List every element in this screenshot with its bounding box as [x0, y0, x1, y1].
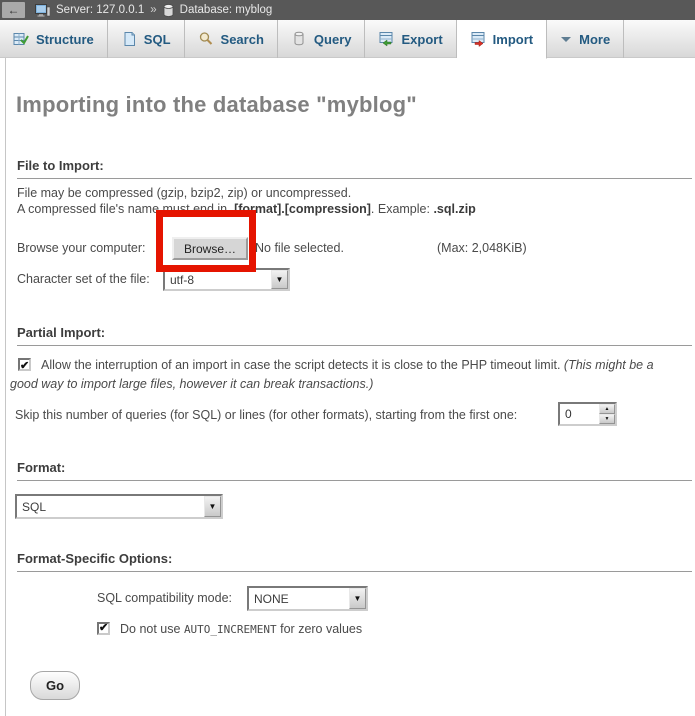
tab-label: Search	[221, 32, 264, 47]
allow-interruption-row: Allow the interruption of an import in c…	[10, 356, 682, 394]
tab-query[interactable]: Query	[278, 20, 366, 58]
sql-compat-label: SQL compatibility mode:	[97, 591, 232, 605]
search-icon	[198, 31, 214, 47]
section-heading-file-to-import: File to Import:	[17, 158, 692, 179]
content-left-border	[5, 58, 6, 716]
tab-export[interactable]: Export	[365, 20, 456, 58]
zero-values-checkbox[interactable]	[97, 622, 110, 635]
sql-compat-select[interactable]: NONE ▼	[247, 586, 368, 611]
breadcrumb-bar: ← Server: 127.0.0.1 » Database: myblog	[0, 0, 695, 20]
breadcrumb-separator: »	[150, 4, 156, 16]
breadcrumb-database[interactable]: Database: myblog	[180, 4, 273, 16]
dropdown-arrow-icon[interactable]: ▼	[204, 496, 221, 517]
annotation-red-box	[156, 210, 256, 272]
go-button[interactable]: Go	[30, 671, 80, 700]
tab-label: More	[579, 32, 610, 47]
tab-label: Structure	[36, 32, 94, 47]
breadcrumb-server[interactable]: Server: 127.0.0.1	[56, 4, 144, 16]
spinner-up-icon[interactable]: ▲	[599, 404, 615, 414]
line2-example: .sql.zip	[433, 202, 475, 216]
query-icon	[291, 31, 307, 47]
section-heading-partial-import: Partial Import:	[17, 325, 692, 346]
compression-info-line1: File may be compressed (gzip, bzip2, zip…	[17, 186, 351, 200]
allow-interruption-checkbox[interactable]	[18, 358, 31, 371]
import-icon	[470, 31, 486, 47]
database-icon	[163, 4, 174, 17]
skip-queries-value: 0	[560, 404, 599, 424]
format-select[interactable]: SQL ▼	[15, 494, 223, 519]
page-title: Importing into the database "myblog"	[16, 92, 417, 118]
phpmyadmin-import-page: ← Server: 127.0.0.1 » Database: myblog S…	[0, 0, 695, 716]
tab-more[interactable]: More	[547, 20, 624, 58]
skip-queries-label: Skip this number of queries (for SQL) or…	[15, 408, 517, 422]
allow-interruption-label: Allow the interruption of an import in c…	[41, 358, 564, 372]
skip-queries-input[interactable]: 0 ▲ ▼	[558, 402, 617, 426]
structure-icon	[13, 31, 29, 47]
server-icon	[35, 4, 50, 17]
tab-label: Export	[401, 32, 442, 47]
back-arrow-icon: ←	[8, 3, 20, 17]
zero-values-label-prefix: Do not use	[120, 622, 184, 636]
spinner-down-icon[interactable]: ▼	[599, 414, 615, 424]
zero-values-label-suffix: for zero values	[277, 622, 362, 636]
section-heading-format-specific: Format-Specific Options:	[17, 551, 692, 572]
zero-values-row: Do not use AUTO_INCREMENT for zero value…	[97, 622, 362, 636]
tab-label: SQL	[144, 32, 171, 47]
dropdown-arrow-icon[interactable]: ▼	[271, 270, 288, 289]
chevron-down-icon	[560, 31, 572, 47]
line2-mid: . Example:	[371, 202, 434, 216]
tab-label: Import	[493, 32, 533, 47]
tab-structure[interactable]: Structure	[0, 20, 108, 58]
sql-compat-selected-value: NONE	[249, 592, 349, 606]
tab-search[interactable]: Search	[185, 20, 278, 58]
tab-sql[interactable]: SQL	[108, 20, 185, 58]
format-selected-value: SQL	[17, 500, 204, 514]
tab-import[interactable]: Import	[457, 20, 547, 59]
sql-icon	[121, 31, 137, 47]
dropdown-arrow-icon[interactable]: ▼	[349, 588, 366, 609]
charset-selected-value: utf-8	[165, 273, 271, 287]
tab-label: Query	[314, 32, 352, 47]
charset-label: Character set of the file:	[17, 272, 150, 286]
zero-values-code: AUTO_INCREMENT	[184, 623, 277, 636]
browse-label: Browse your computer:	[17, 241, 146, 255]
tab-bar: Structure SQL Search Query Export	[0, 20, 695, 58]
export-icon	[378, 31, 394, 47]
back-button[interactable]: ←	[2, 2, 25, 18]
section-heading-format: Format:	[17, 460, 692, 481]
max-size-text: (Max: 2,048KiB)	[437, 241, 527, 255]
no-file-selected-text: No file selected.	[255, 241, 344, 255]
